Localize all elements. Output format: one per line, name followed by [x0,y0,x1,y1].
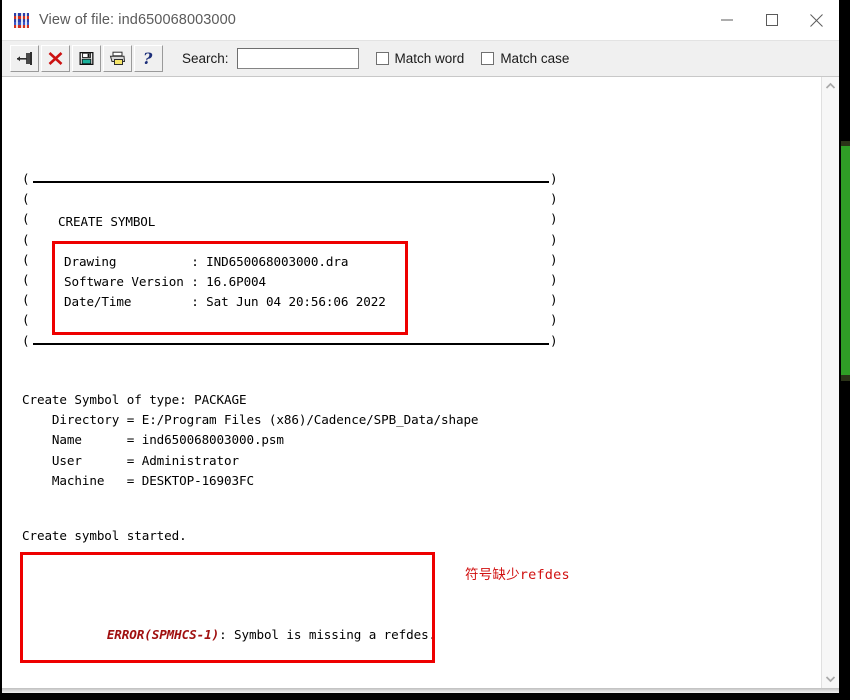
desktop-accent-strip [841,146,850,375]
red-x-icon [46,50,65,67]
title-bar: View of file: ind650068003000 [2,0,839,40]
window-controls [704,0,839,40]
help-button[interactable]: ? [134,45,163,72]
desktop-accent-strip-bottom [841,375,850,381]
pin-icon [15,50,34,67]
scroll-up-button[interactable] [822,77,839,96]
vertical-scrollbar[interactable] [821,77,839,688]
window-title: View of file: ind650068003000 [39,12,236,28]
file-text-view[interactable]: ( ( ( ( ( ( ( ( ( ) ) ) ) ) ) ) ) ) CREA… [2,77,821,688]
save-button[interactable] [72,45,101,72]
cadence-app-icon [13,11,30,29]
scrollbar-track[interactable] [822,96,839,669]
report-heading: CREATE SYMBOL [58,214,156,229]
maximize-button[interactable] [749,0,794,40]
report-bottom-rule [33,343,549,345]
question-mark-icon: ? [139,50,158,67]
chevron-down-icon [825,674,836,683]
close-file-button[interactable] [41,45,70,72]
print-button[interactable] [103,45,132,72]
printer-icon [108,50,127,67]
search-label: Search: [182,51,229,66]
annotation-text: 符号缺少refdes [465,567,570,583]
match-case-checkbox[interactable]: Match case [481,51,569,66]
error-message-list: ERROR(SPMHCS-1): Symbol is missing a ref… [32,564,481,688]
close-button[interactable] [794,0,839,40]
error-code: ERROR(SPMHCS-1) [106,626,220,642]
report-top-rule [33,181,549,183]
error-line: ERROR(SPMHCS-1): Symbol is missing a ref… [32,604,481,665]
toolbar-button-group: ? [10,45,165,73]
match-word-checkbox-box[interactable] [375,52,389,65]
create-symbol-started-line: Create symbol started. [22,528,187,543]
report-right-border: ) ) ) ) ) ) ) ) ) [550,171,558,348]
scroll-down-button[interactable] [822,669,839,688]
viewer-window: View of file: ind650068003000 ? Search: … [2,0,839,688]
search-area: Search: [182,48,359,69]
floppy-disk-icon [77,50,96,67]
minimize-button[interactable] [704,0,749,40]
match-word-label: Match word [394,51,465,66]
toolbar: ? Search: Match word Match case [2,40,839,76]
content-area: ( ( ( ( ( ( ( ( ( ) ) ) ) ) ) ) ) ) CREA… [2,76,839,688]
report-left-border: ( ( ( ( ( ( ( ( ( [22,171,30,348]
error-message: : Symbol is missing a refdes. [219,626,437,642]
match-case-checkbox-box[interactable] [481,52,495,65]
report-header-block: Drawing : IND650068003000.dra Software V… [64,254,386,310]
create-symbol-info-block: Create Symbol of type: PACKAGE Directory… [22,392,479,488]
match-case-label: Match case [500,51,570,66]
window-shadow [2,688,839,693]
svg-text:?: ? [143,50,153,67]
match-word-checkbox[interactable]: Match word [375,51,465,66]
pin-button[interactable] [10,45,39,72]
chevron-up-icon [825,82,836,91]
search-input[interactable] [236,48,359,69]
